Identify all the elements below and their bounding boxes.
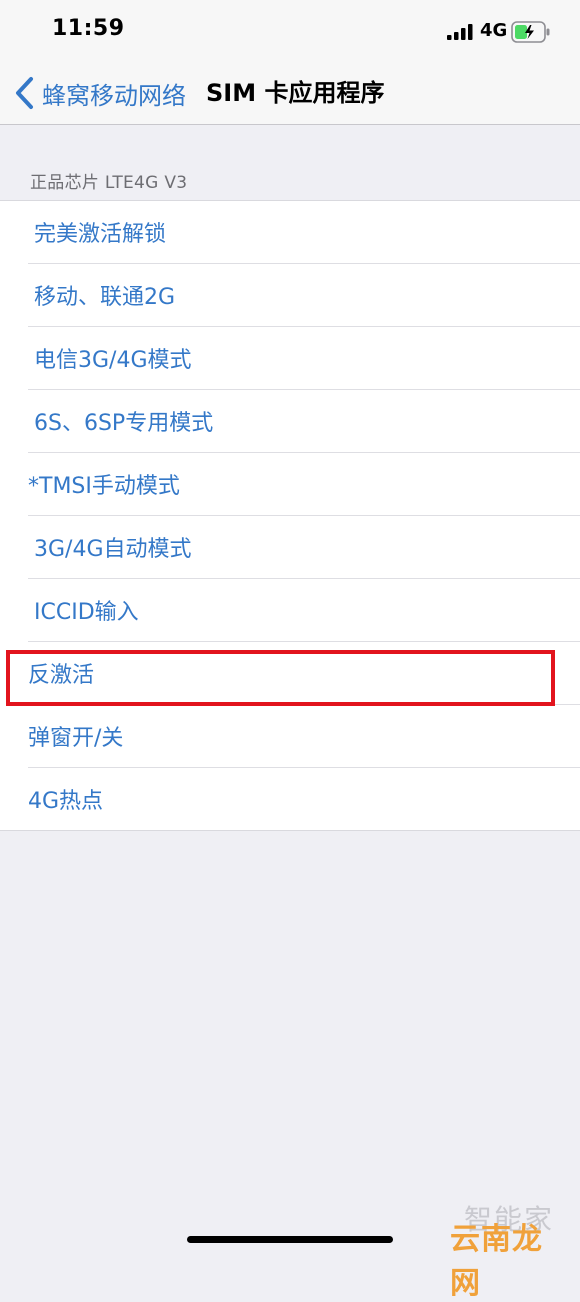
sim-app-menu-list: 完美激活解锁 移动、联通2G 电信3G/4G模式 6S、6SP专用模式 *TMS… — [0, 200, 580, 831]
list-item-label: 4G热点 — [28, 789, 104, 814]
menu-item-telecom-3g4g-mode[interactable]: 电信3G/4G模式 — [28, 327, 580, 390]
menu-item-6s-6sp-mode[interactable]: 6S、6SP专用模式 — [28, 390, 580, 453]
list-item-label: 电信3G/4G模式 — [34, 348, 192, 373]
navigation-bar: 蜂窝移动网络 SIM 卡应用程序 — [0, 62, 580, 125]
battery-charging-icon — [511, 21, 550, 43]
menu-item-popup-toggle[interactable]: 弹窗开/关 — [28, 705, 580, 768]
list-item-label: 6S、6SP专用模式 — [34, 411, 214, 436]
cellular-signal-icon — [447, 24, 473, 40]
page-title: SIM 卡应用程序 — [206, 79, 385, 107]
list-item-label: 完美激活解锁 — [34, 222, 167, 247]
section-header: 正品芯片 LTE4G V3 — [30, 173, 188, 193]
menu-item-tmsi-manual-mode[interactable]: *TMSI手动模式 — [28, 453, 580, 516]
menu-item-deactivate[interactable]: 反激活 — [28, 642, 580, 705]
chevron-left-icon — [16, 77, 33, 109]
home-indicator[interactable] — [187, 1236, 393, 1243]
list-item-label: 弹窗开/关 — [28, 726, 124, 751]
menu-item-mobile-unicom-2g[interactable]: 移动、联通2G — [28, 264, 580, 327]
network-type-label: 4G — [480, 20, 508, 41]
list-item-label: ICCID输入 — [34, 600, 139, 625]
menu-item-iccid-input[interactable]: ICCID输入 — [28, 579, 580, 642]
status-bar: 11:59 4G — [0, 0, 580, 62]
menu-item-perfect-activate-unlock[interactable]: 完美激活解锁 — [28, 201, 580, 264]
menu-item-4g-hotspot[interactable]: 4G热点 — [28, 768, 580, 830]
watermark-logo: 智能家 云南龙网 — [450, 1198, 568, 1301]
list-item-label: 3G/4G自动模式 — [34, 537, 192, 562]
list-item-label: *TMSI手动模式 — [28, 474, 180, 499]
watermark-bottom-text: 云南龙网 — [450, 1222, 543, 1301]
menu-item-3g4g-auto-mode[interactable]: 3G/4G自动模式 — [28, 516, 580, 579]
back-button-label: 蜂窝移动网络 — [42, 81, 186, 110]
list-item-label: 移动、联通2G — [34, 285, 176, 310]
status-time: 11:59 — [52, 16, 125, 41]
list-item-label: 反激活 — [28, 663, 95, 688]
back-button[interactable]: 蜂窝移动网络 — [14, 62, 186, 124]
